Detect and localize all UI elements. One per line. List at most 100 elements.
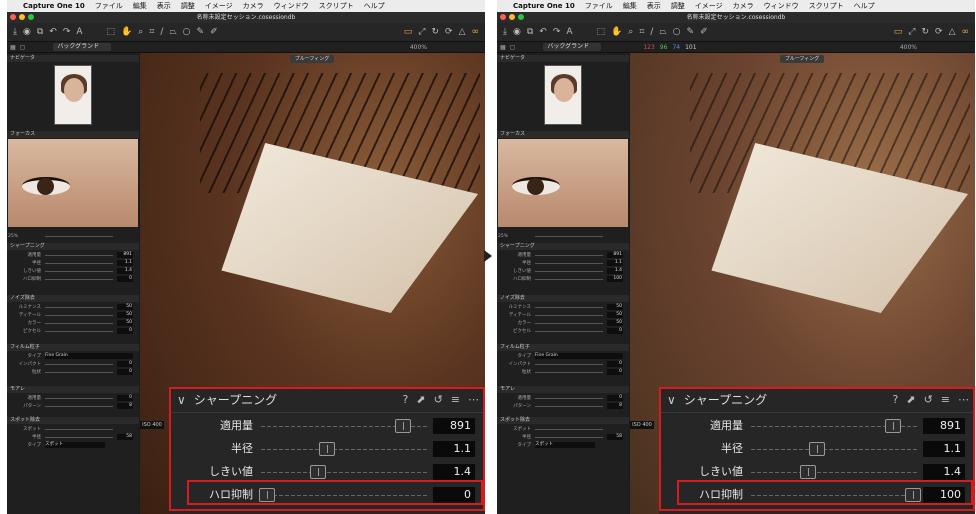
picker-tool-icon[interactable]: ✐ (210, 27, 218, 37)
reset-icon[interactable]: ↻ (921, 27, 929, 37)
section-spot[interactable]: スポット除去 (497, 417, 629, 424)
noise-row[interactable]: ピクセル 0 (497, 328, 629, 335)
noise-row[interactable]: カラー 50 (497, 320, 629, 327)
grain-row[interactable]: 粒状 0 (7, 369, 139, 376)
slider-thumb[interactable] (259, 488, 275, 502)
grain-row[interactable]: インパクト 0 (7, 361, 139, 368)
expand-icon[interactable]: ⤢ (418, 27, 425, 37)
section-grain[interactable]: フィルム粒子 (497, 344, 629, 351)
reset-icon[interactable]: ↺ (434, 387, 443, 413)
sharpen-row[interactable]: 半径 1.1 (7, 260, 139, 267)
picker-tool-icon[interactable]: ✐ (700, 27, 708, 37)
select-tool-icon[interactable]: ⬚ (597, 27, 606, 37)
panel-header[interactable]: ∨ シャープニング ? ⬈ ↺ ≡ ⋯ (169, 387, 485, 413)
menu-window[interactable]: ウィンドウ (274, 1, 309, 11)
app-name[interactable]: Capture One 10 (23, 2, 85, 10)
grain-row[interactable]: タイプ Fine Grain (497, 353, 629, 360)
straighten-tool-icon[interactable]: ∕ (160, 27, 163, 37)
spot-row[interactable]: スポット (7, 426, 139, 433)
section-focus[interactable]: フォーカス (7, 131, 139, 138)
chevron-down-icon[interactable]: ∨ (177, 387, 186, 413)
crop-tool-icon[interactable]: ⌗ (639, 27, 644, 37)
reset-icon[interactable]: ↺ (924, 387, 933, 413)
menu-script[interactable]: スクリプト (809, 1, 844, 11)
auto-adjust-icon[interactable]: ⬈ (906, 387, 915, 413)
section-noise[interactable]: ノイズ除去 (7, 295, 139, 302)
sharpen-halo-row[interactable]: ハロ抑制 0 (169, 484, 485, 506)
camera-icon[interactable]: ◉ (23, 27, 31, 37)
focus-zoom-row[interactable]: 25% (7, 233, 139, 240)
sharpen-halo-row[interactable]: ハロ抑制 100 (659, 484, 975, 506)
section-moire[interactable]: モアレ (7, 386, 139, 393)
navigator-thumbnail[interactable] (544, 65, 582, 125)
text-tool-icon[interactable]: A (566, 27, 572, 37)
menu-file[interactable]: ファイル (585, 1, 613, 11)
undo-icon[interactable]: ↶ (49, 27, 57, 37)
brush-tool-icon[interactable]: ✎ (197, 27, 205, 37)
section-spot[interactable]: スポット除去 (7, 417, 139, 424)
pan-tool-icon[interactable]: ✋ (611, 27, 622, 37)
sharpen-row[interactable]: 適用量 891 (497, 252, 629, 259)
straighten-tool-icon[interactable]: ∕ (650, 27, 653, 37)
menu-edit[interactable]: 編集 (133, 1, 147, 11)
chevron-down-icon[interactable]: ∨ (667, 387, 676, 413)
slider-thumb[interactable] (905, 488, 921, 502)
menu-camera[interactable]: カメラ (733, 1, 754, 11)
sharpen-amount-row[interactable]: 適用量 891 (169, 415, 485, 437)
preset-menu-icon[interactable]: ≡ (451, 387, 460, 413)
section-noise[interactable]: ノイズ除去 (497, 295, 629, 302)
auto-adjust-icon[interactable]: ⬈ (416, 387, 425, 413)
moire-row[interactable]: 適用量 0 (7, 395, 139, 402)
panel-header[interactable]: ∨ シャープニング ? ⬈ ↺ ≡ ⋯ (659, 387, 975, 413)
more-icon[interactable]: ⋯ (958, 387, 969, 413)
import-icon[interactable]: ⤓ (13, 27, 17, 37)
zoom-tool-icon[interactable]: ⌕ (628, 27, 633, 37)
preset-menu-icon[interactable]: ≡ (941, 387, 950, 413)
spot-row[interactable]: 半径 58 (497, 434, 629, 441)
noise-row[interactable]: カラー 50 (7, 320, 139, 327)
copy-icon[interactable]: ⧉ (37, 27, 43, 37)
section-focus[interactable]: フォーカス (497, 131, 629, 138)
zoom-button[interactable] (518, 14, 524, 20)
section-navigator[interactable]: ナビゲータ (7, 55, 139, 62)
spot-row[interactable]: タイプ スポット (497, 442, 629, 449)
sharpen-row[interactable]: ハロ抑制 0 (7, 276, 139, 283)
more-icon[interactable]: ⋯ (468, 387, 479, 413)
minimize-button[interactable] (509, 14, 515, 20)
slider-thumb[interactable] (885, 419, 901, 433)
app-name[interactable]: Capture One 10 (513, 2, 575, 10)
sharpen-row[interactable]: ハロ抑制 100 (497, 276, 629, 283)
menu-file[interactable]: ファイル (95, 1, 123, 11)
noise-row[interactable]: ディテール 50 (7, 312, 139, 319)
expand-icon[interactable]: ⤢ (908, 27, 915, 37)
warning-icon[interactable]: △ (949, 27, 956, 37)
zoom-level[interactable]: 400% (900, 44, 917, 51)
menu-help[interactable]: ヘルプ (854, 1, 875, 11)
spot-row[interactable]: 半径 58 (7, 434, 139, 441)
section-sharpening[interactable]: シャープニング (497, 243, 629, 250)
slider-thumb[interactable] (800, 465, 816, 479)
noise-row[interactable]: ルミナンス 50 (497, 304, 629, 311)
section-sharpening[interactable]: シャープニング (7, 243, 139, 250)
close-button[interactable] (10, 14, 16, 20)
layers-icon[interactable]: ▭ (894, 27, 903, 37)
menu-camera[interactable]: カメラ (243, 1, 264, 11)
import-icon[interactable]: ⤓ (503, 27, 507, 37)
keystone-tool-icon[interactable]: ⏢ (169, 27, 176, 37)
menu-script[interactable]: スクリプト (319, 1, 354, 11)
spot-row[interactable]: スポット (497, 426, 629, 433)
grain-row[interactable]: 粒状 0 (497, 369, 629, 376)
slider-thumb[interactable] (310, 465, 326, 479)
text-tool-icon[interactable]: A (76, 27, 82, 37)
section-navigator[interactable]: ナビゲータ (497, 55, 629, 62)
warning-icon[interactable]: △ (459, 27, 466, 37)
menu-adjust[interactable]: 調整 (671, 1, 685, 11)
help-icon[interactable]: ? (403, 387, 409, 413)
undo-icon[interactable]: ↶ (539, 27, 547, 37)
single-view-icon[interactable]: ▢ (20, 44, 26, 51)
sharpen-radius-row[interactable]: 半径 1.1 (169, 438, 485, 460)
menu-view[interactable]: 表示 (647, 1, 661, 11)
preset-select[interactable]: バックグランド (543, 43, 602, 51)
moire-row[interactable]: パターン 8 (497, 403, 629, 410)
menu-adjust[interactable]: 調整 (181, 1, 195, 11)
